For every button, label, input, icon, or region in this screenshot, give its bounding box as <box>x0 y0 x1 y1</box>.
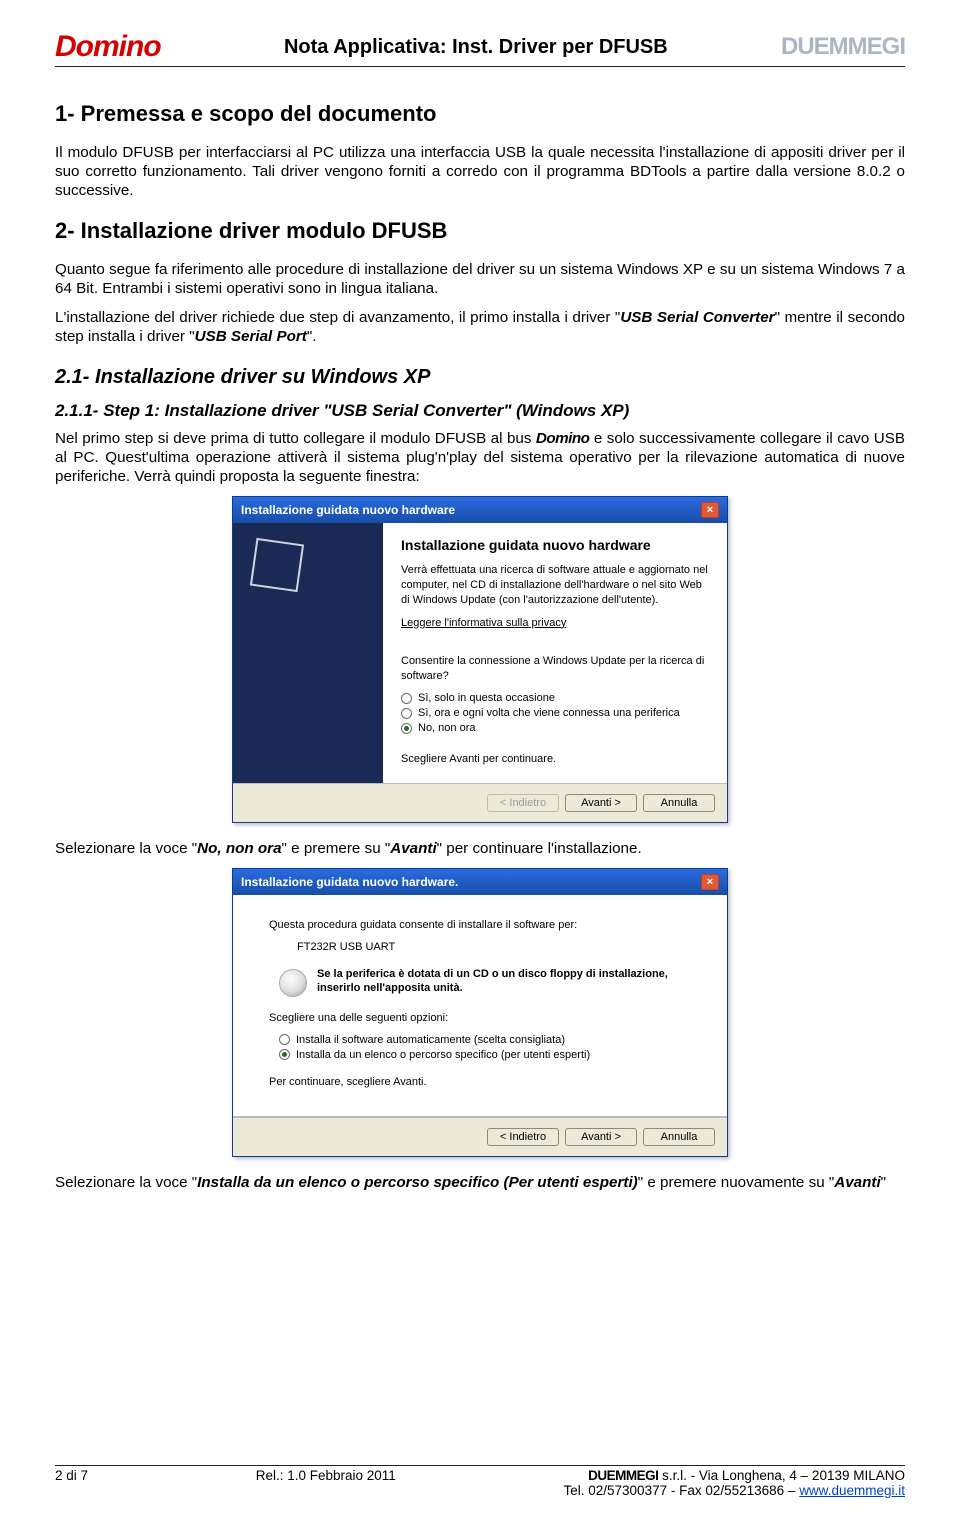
cd-hint-row: Se la periferica è dotata di un CD o un … <box>279 967 691 997</box>
radio-label: Installa da un elenco o percorso specifi… <box>296 1049 590 1061</box>
highlight-avanti: Avanti <box>390 840 436 857</box>
footer-release: Rel.: 1.0 Febbraio 2011 <box>256 1468 396 1483</box>
radio-option-no[interactable]: No, non ora <box>401 722 709 734</box>
section-1-heading: 1- Premessa e scopo del documento <box>55 101 905 127</box>
radio-option-yes-once[interactable]: Sì, solo in questa occasione <box>401 692 709 704</box>
section-2-1-1-paragraph: Nel primo step si deve prima di tutto co… <box>55 429 905 486</box>
wizard-titlebar: Installazione guidata nuovo hardware × <box>233 497 727 523</box>
cancel-button[interactable]: Annulla <box>643 1128 715 1146</box>
radio-icon <box>401 693 412 704</box>
wizard-banner: Questa procedura guidata consente di ins… <box>233 895 727 1117</box>
radio-label: Sì, ora e ogni volta che viene connessa … <box>418 707 680 719</box>
footer-address: s.r.l. - Via Longhena, 4 – 20139 MILANO <box>658 1468 905 1483</box>
cd-hint-text: Se la periferica è dotata di un CD o un … <box>317 967 691 996</box>
back-button: < Indietro <box>487 794 559 812</box>
wizard-button-row: < Indietro Avanti > Annulla <box>233 783 727 822</box>
radio-label: Sì, solo in questa occasione <box>418 692 555 704</box>
close-icon[interactable]: × <box>701 502 719 518</box>
wizard-button-row: < Indietro Avanti > Annulla <box>233 1117 727 1156</box>
section-2-paragraph-2: L'installazione del driver richiede due … <box>55 308 905 346</box>
duemmegi-logo: DUEMMEGI <box>781 33 905 61</box>
duemmegi-inline-logo: DUEMMEGI <box>588 1468 658 1483</box>
section-1-paragraph: Il modulo DFUSB per interfacciarsi al PC… <box>55 143 905 200</box>
footer-page-number: 2 di 7 <box>55 1468 88 1483</box>
radio-icon <box>401 708 412 719</box>
highlight-no-non-ora: No, non ora <box>197 840 281 857</box>
radio-option-auto[interactable]: Installa il software automaticamente (sc… <box>279 1034 691 1046</box>
page-header: Domino Nota Applicativa: Inst. Driver pe… <box>55 30 905 67</box>
wizard-window-2: Installazione guidata nuovo hardware. × … <box>232 868 728 1157</box>
radio-option-yes-always[interactable]: Sì, ora e ogni volta che viene connessa … <box>401 707 709 719</box>
wizard-titlebar: Installazione guidata nuovo hardware. × <box>233 869 727 895</box>
page-footer: 2 di 7 Rel.: 1.0 Febbraio 2011 DUEMMEGI … <box>55 1465 905 1498</box>
wizard-continue-hint: Per continuare, scegliere Avanti. <box>269 1075 691 1090</box>
section-2-1-1-heading: 2.1.1- Step 1: Installazione driver "USB… <box>55 401 905 421</box>
wizard-side-graphic <box>233 523 383 783</box>
footer-url-link[interactable]: www.duemmegi.it <box>799 1483 905 1498</box>
domino-logo: Domino <box>55 30 161 64</box>
text-span: " per continuare l'installazione. <box>437 840 642 857</box>
text-span: Selezionare la voce " <box>55 1174 197 1191</box>
instruction-after-wizard-1: Selezionare la voce "No, non ora" e prem… <box>55 839 905 858</box>
cd-icon <box>279 969 307 997</box>
wizard-description: Verrà effettuata una ricerca di software… <box>401 563 709 608</box>
text-span: ". <box>307 328 317 345</box>
text-span: " e premere su " <box>282 840 391 857</box>
text-span: " <box>881 1174 886 1191</box>
section-2-heading: 2- Installazione driver modulo DFUSB <box>55 218 905 244</box>
footer-tel: Tel. 02/57300377 - Fax 02/55213686 – <box>564 1483 800 1498</box>
wizard-banner-text: Questa procedura guidata consente di ins… <box>269 919 691 931</box>
cancel-button[interactable]: Annulla <box>643 794 715 812</box>
text-span: " e premere nuovamente su " <box>638 1174 835 1191</box>
text-span: Nel primo step si deve prima di tutto co… <box>55 430 536 447</box>
highlight-avanti: Avanti <box>834 1174 880 1191</box>
next-button[interactable]: Avanti > <box>565 794 637 812</box>
privacy-link[interactable]: Leggere l'informativa sulla privacy <box>401 616 566 631</box>
radio-label: Installa il software automaticamente (sc… <box>296 1034 565 1046</box>
choose-label: Scegliere una delle seguenti opzioni: <box>269 1011 691 1026</box>
wizard-caption: Installazione guidata nuovo hardware <box>241 503 455 517</box>
driver-name-1: USB Serial Converter <box>620 309 774 326</box>
highlight-installa-specifico: Installa da un elenco o percorso specifi… <box>197 1174 638 1191</box>
footer-company-info: DUEMMEGI s.r.l. - Via Longhena, 4 – 2013… <box>564 1468 905 1498</box>
instruction-after-wizard-2: Selezionare la voce "Installa da un elen… <box>55 1173 905 1192</box>
device-name: FT232R USB UART <box>297 941 691 953</box>
header-title: Nota Applicativa: Inst. Driver per DFUSB <box>171 36 781 59</box>
driver-name-2: USB Serial Port <box>195 328 307 345</box>
section-2-paragraph-1: Quanto segue fa riferimento alle procedu… <box>55 260 905 298</box>
section-2-1-heading: 2.1- Installazione driver su Windows XP <box>55 366 905 389</box>
next-button[interactable]: Avanti > <box>565 1128 637 1146</box>
text-span: L'installazione del driver richiede due … <box>55 309 620 326</box>
wizard-question: Consentire la connessione a Windows Upda… <box>401 654 709 684</box>
domino-inline: Domino <box>536 430 590 447</box>
wizard-window-1: Installazione guidata nuovo hardware × I… <box>232 496 728 823</box>
radio-option-specific[interactable]: Installa da un elenco o percorso specifi… <box>279 1049 691 1061</box>
close-icon[interactable]: × <box>701 874 719 890</box>
radio-icon <box>279 1034 290 1045</box>
wizard-heading: Installazione guidata nuovo hardware <box>401 537 709 553</box>
radio-icon <box>279 1049 290 1060</box>
text-span: Selezionare la voce " <box>55 840 197 857</box>
wizard-caption: Installazione guidata nuovo hardware. <box>241 875 458 889</box>
back-button[interactable]: < Indietro <box>487 1128 559 1146</box>
wizard-continue-hint: Scegliere Avanti per continuare. <box>401 752 709 767</box>
radio-icon <box>401 723 412 734</box>
radio-label: No, non ora <box>418 722 475 734</box>
